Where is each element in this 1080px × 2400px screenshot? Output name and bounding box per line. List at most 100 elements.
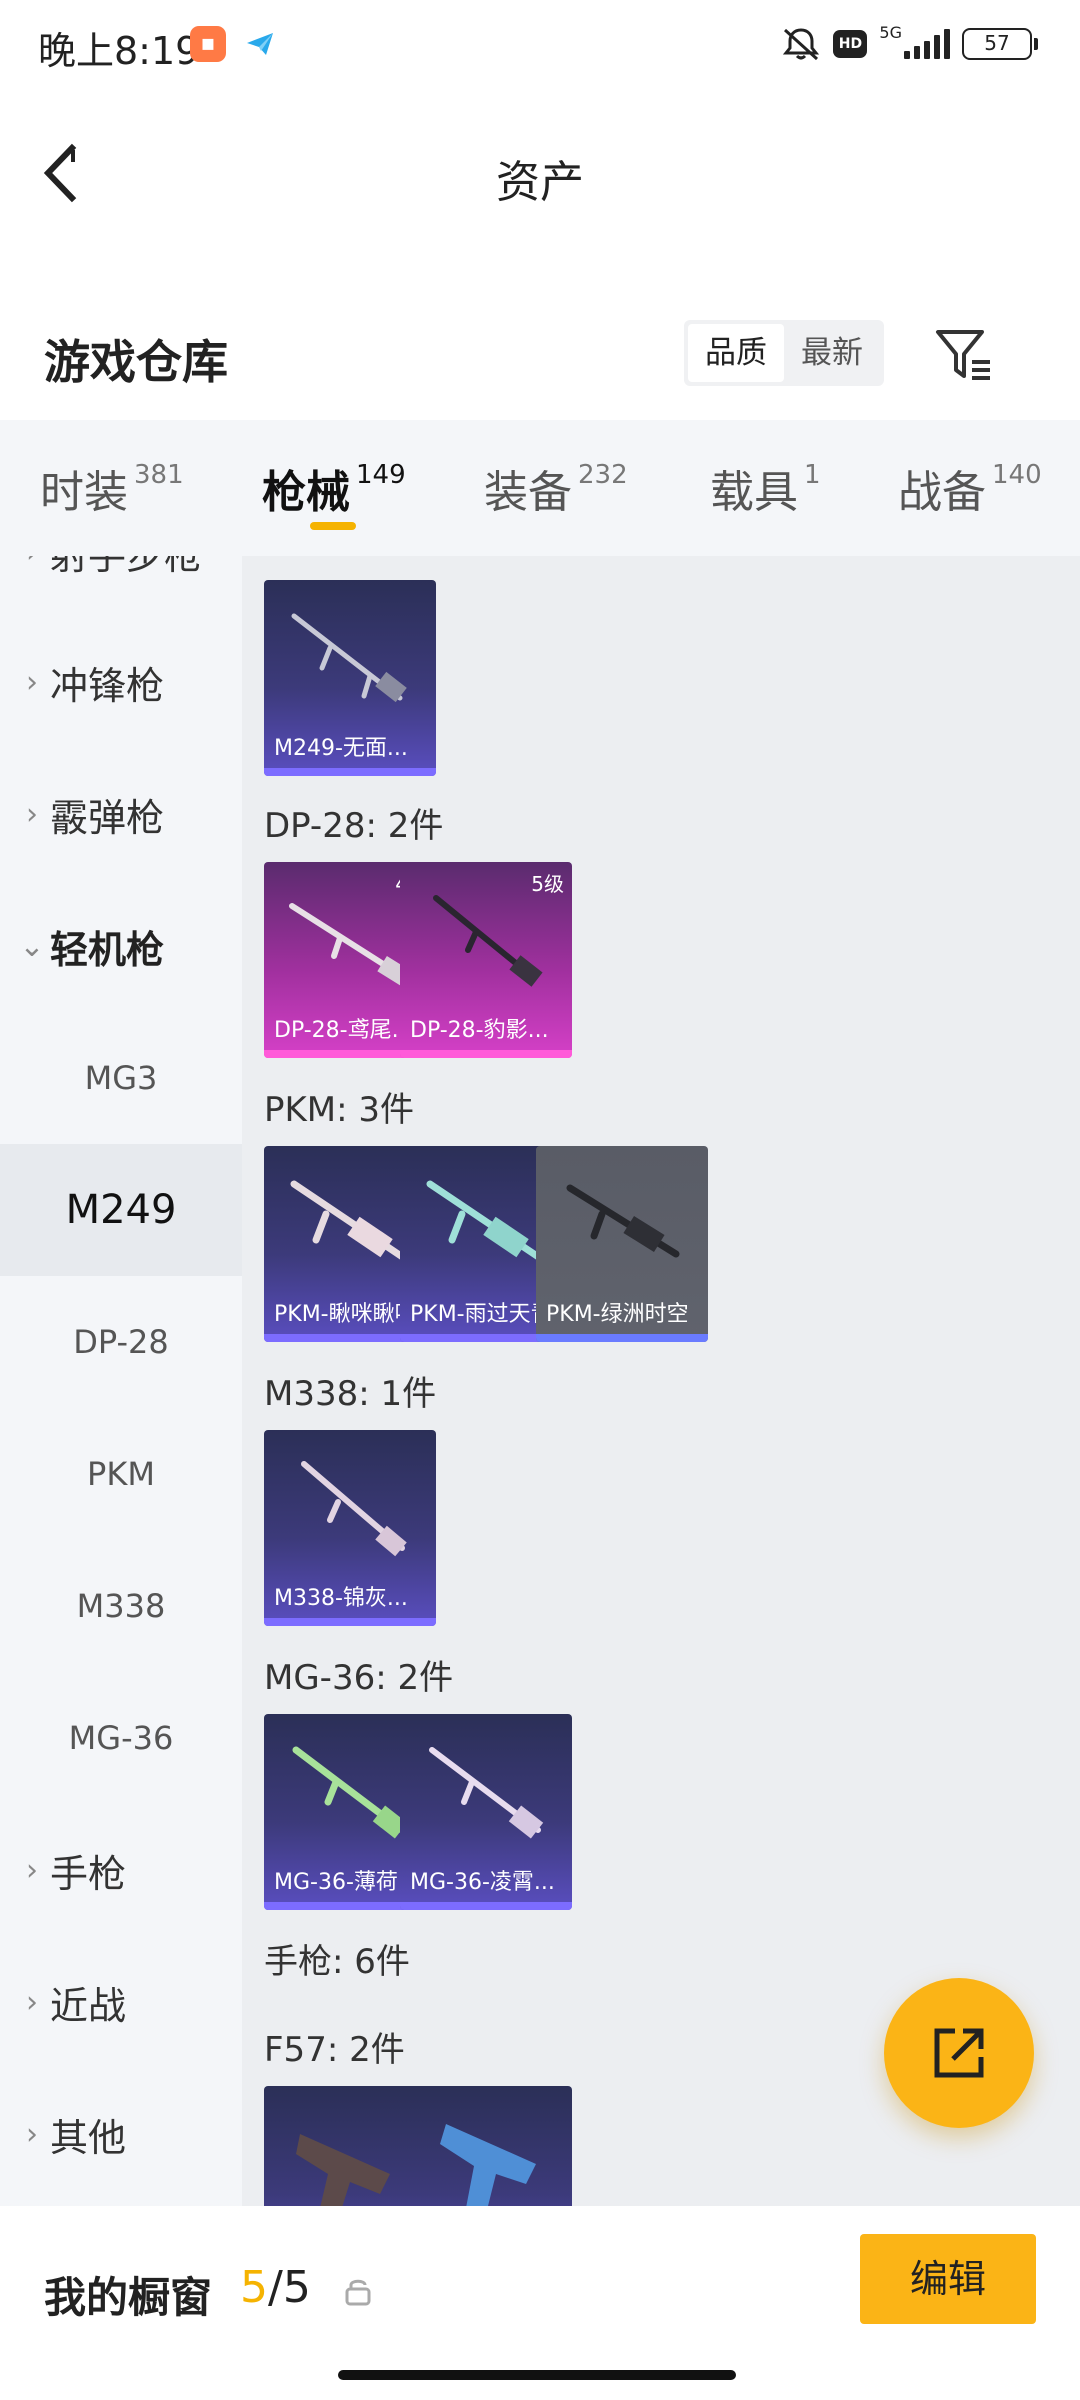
sidebar-item-label: MG-36: [68, 1719, 174, 1757]
chevron-right-icon: ›: [26, 1984, 38, 2020]
sidebar-item-label: PKM: [87, 1455, 155, 1493]
paper-plane-icon: [247, 33, 273, 55]
group-label-pistols: 手枪: 6件: [264, 1942, 410, 1982]
rarity-stripe: [400, 1050, 572, 1058]
sidebar-item-other[interactable]: › 其他: [0, 2068, 242, 2200]
tab-fashion[interactable]: 时装 381: [40, 456, 184, 520]
sort-newest-button[interactable]: 最新: [784, 324, 880, 382]
weapon-card-pkm-3[interactable]: PKM-绿洲时空: [536, 1146, 708, 1342]
chevron-down-icon: ⌄: [19, 928, 45, 964]
rifle-icon: [291, 613, 407, 703]
rifle-icon: [426, 1180, 544, 1262]
sidebar-item-smg[interactable]: › 冲锋枪: [0, 616, 242, 748]
sidebar-item-dp28[interactable]: DP-28: [0, 1276, 242, 1408]
rarity-stripe: [264, 768, 436, 776]
showcase-count-current: 5: [240, 2262, 268, 2313]
rifle-icon: [290, 1180, 408, 1262]
tab-label: 载具: [710, 467, 798, 518]
share-button[interactable]: [884, 1978, 1034, 2128]
sort-toggle: 品质 最新: [684, 320, 884, 386]
tab-vehicles[interactable]: 载具 1: [710, 456, 821, 520]
group-label-mg36: MG-36: 2件: [264, 1658, 454, 1698]
chevron-right-icon: ›: [26, 2116, 38, 2152]
tab-supplies[interactable]: 战备 140: [898, 456, 1042, 520]
pistol-icon: [296, 2134, 390, 2206]
tab-label: 装备: [484, 467, 572, 518]
rifle-icon: [289, 903, 411, 987]
sidebar-item-label: MG3: [84, 1059, 158, 1097]
hd-icon: HD: [833, 30, 868, 58]
rarity-stripe: [536, 1334, 708, 1342]
weapon-sidebar: › 射手步枪 › 冲锋枪 › 霰弹枪 ⌄ 轻机枪 MG3 M249 DP-28 …: [0, 556, 242, 2206]
pistol-icon: [440, 2124, 536, 2206]
tab-equipment[interactable]: 装备 232: [484, 456, 628, 520]
rifle-icon: [429, 1747, 544, 1839]
sidebar-item-label: M338: [76, 1587, 166, 1625]
sidebar-item-label: 近战: [50, 1983, 127, 2028]
sidebar-item-pistol[interactable]: › 手枪: [0, 1804, 242, 1936]
status-indicators: HD 5G 57: [781, 22, 1038, 66]
group-label-dp28: DP-28: 2件: [264, 806, 444, 846]
weapon-card-dp28-2[interactable]: 5级 DP-28-豹影...: [400, 862, 572, 1058]
status-time: 晚上8:19: [38, 29, 200, 73]
chevron-right-icon: ›: [26, 664, 38, 700]
warehouse-title: 游戏仓库: [44, 335, 228, 389]
chevron-right-icon: ›: [26, 796, 38, 832]
sidebar-item-label: 霰弹枪: [50, 795, 165, 840]
tab-count: 149: [356, 460, 406, 490]
sidebar-item-shotgun[interactable]: › 霰弹枪: [0, 748, 242, 880]
weapon-card-m338[interactable]: M338-锦灰...: [264, 1430, 436, 1626]
weapon-card-name: M249-无面...: [274, 736, 408, 761]
sidebar-item-m338[interactable]: M338: [0, 1540, 242, 1672]
sidebar-item-label: 手枪: [50, 1851, 127, 1896]
weapon-card-name: PKM-绿洲时空: [546, 1302, 689, 1327]
sidebar-item-m249[interactable]: M249: [0, 1144, 242, 1276]
weapon-card-name: DP-28-豹影...: [410, 1018, 549, 1043]
rifle-icon: [433, 895, 543, 987]
rarity-stripe: [264, 1618, 436, 1626]
group-label-m338: M338: 1件: [264, 1374, 437, 1414]
showcase-bar: 我的橱窗 5/5 编辑: [0, 2206, 1080, 2400]
rifle-icon: [566, 1184, 680, 1258]
network-type: 5G: [879, 22, 902, 42]
sort-quality-button[interactable]: 品质: [688, 324, 784, 382]
sidebar-item-marksman-rifle[interactable]: › 射手步枪: [0, 556, 242, 618]
lock-icon: [345, 2279, 371, 2306]
mute-icon: [783, 28, 820, 61]
home-indicator[interactable]: [338, 2370, 736, 2380]
rifle-icon: [292, 1746, 408, 1839]
sidebar-item-label: M249: [65, 1187, 177, 1233]
tab-label: 枪械: [262, 467, 350, 518]
tab-label: 战备: [898, 467, 986, 518]
group-label-f57: F57: 2件: [264, 2030, 405, 2070]
weapon-card-m249[interactable]: M249-无面...: [264, 580, 436, 776]
sidebar-item-label: 轻机枪: [50, 927, 165, 972]
tab-firearms[interactable]: 枪械 149: [262, 456, 406, 520]
sidebar-item-label: 冲锋枪: [50, 663, 165, 708]
warehouse-row: 游戏仓库 品质 最新: [0, 258, 1080, 418]
sidebar-item-pkm[interactable]: PKM: [0, 1408, 242, 1540]
edit-button[interactable]: 编辑: [860, 2234, 1036, 2324]
share-external-icon: [934, 2028, 984, 2078]
weapon-card-f57-2[interactable]: [400, 2086, 572, 2206]
weapon-card-mg36-2[interactable]: MG-36-凌霄...: [400, 1714, 572, 1910]
sidebar-item-label: DP-28: [73, 1323, 169, 1361]
tab-count: 1: [804, 460, 821, 490]
rarity-stripe: [400, 1902, 572, 1910]
tab-count: 232: [578, 460, 628, 490]
page-title: 资产: [496, 157, 584, 208]
sidebar-item-lmg[interactable]: ⌄ 轻机枪: [0, 880, 242, 1012]
sidebar-item-label: 其他: [50, 2115, 127, 2160]
battery-level: 57: [984, 31, 1010, 55]
sidebar-item-mg36[interactable]: MG-36: [0, 1672, 242, 1804]
signal-icon: [904, 29, 950, 59]
showcase-count-total: 5: [282, 2262, 311, 2313]
header: 资产: [0, 88, 1080, 258]
sidebar-item-melee[interactable]: › 近战: [0, 1936, 242, 2068]
sidebar-item-mg3[interactable]: MG3: [0, 1012, 242, 1144]
battery-icon: 57: [962, 28, 1038, 60]
showcase-count: 5/5: [240, 2262, 311, 2313]
filter-icon[interactable]: [932, 324, 994, 386]
tab-count: 381: [134, 460, 184, 490]
chevron-right-icon: ›: [26, 1852, 38, 1888]
